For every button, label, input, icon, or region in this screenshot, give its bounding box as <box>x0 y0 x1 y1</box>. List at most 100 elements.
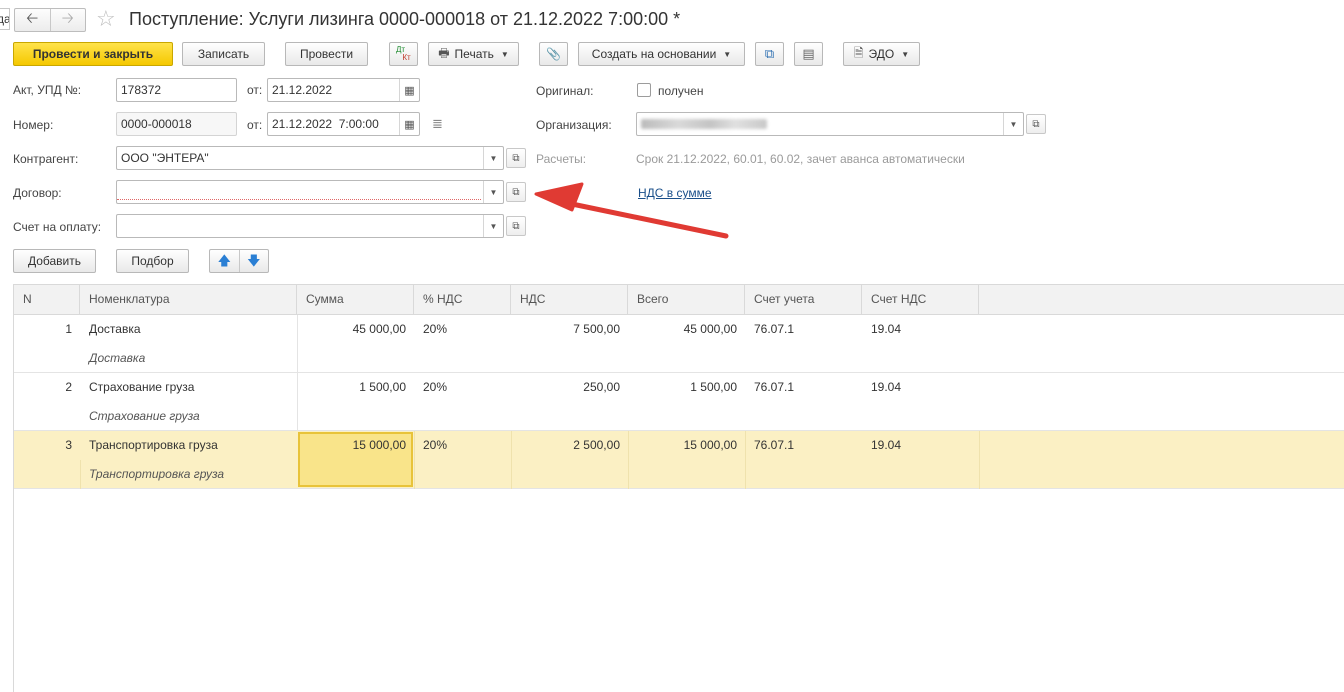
vat-cell[interactable]: 2 500,00 <box>511 438 620 452</box>
kt-label: Кт <box>402 53 411 62</box>
dt-kt-journal-button[interactable]: Дт Кт <box>389 42 418 66</box>
column-header-vat-account[interactable]: Счет НДС <box>862 285 979 314</box>
dropdown-arrow-icon[interactable]: ▼ <box>483 181 503 203</box>
comment-lines-icon[interactable]: ≣ <box>432 116 443 132</box>
total-cell[interactable]: 45 000,00 <box>628 322 737 336</box>
invoice-label: Счет на оплату: <box>13 220 102 234</box>
attachments-button[interactable]: 📎 <box>539 42 568 66</box>
vat-rate-cell[interactable]: 20% <box>423 438 447 452</box>
save-button[interactable]: Записать <box>182 42 265 66</box>
organization-label: Организация: <box>536 118 612 132</box>
item-content[interactable]: Транспортировка груза <box>89 467 224 481</box>
items-table: N Номенклатура Сумма % НДС НДС Всего Сче… <box>13 284 1344 692</box>
item-name[interactable]: Страхование груза <box>89 380 194 394</box>
dropdown-arrow-icon[interactable]: ▼ <box>483 147 503 169</box>
navigation-buttons: 🡠 🡢 <box>14 8 86 32</box>
sum-cell[interactable]: 1 500,00 <box>297 380 406 394</box>
act-number-label: Акт, УПД №: <box>13 83 82 97</box>
original-label: Оригинал: <box>536 84 594 98</box>
item-content[interactable]: Доставка <box>89 351 145 365</box>
original-received-checkbox[interactable] <box>637 83 651 97</box>
print-button[interactable]: 🖶 Печать ▼ <box>428 42 519 66</box>
document-date-field[interactable]: 21.12.2022 7:00:00 ▦ <box>267 112 420 136</box>
table-row[interactable]: 1 Доставка Доставка 45 000,00 20% 7 500,… <box>14 315 1344 373</box>
total-cell[interactable]: 1 500,00 <box>628 380 737 394</box>
column-header-n[interactable]: N <box>14 285 80 314</box>
act-number-value: 178372 <box>121 83 162 97</box>
dropdown-arrow-icon: ▼ <box>723 49 732 59</box>
item-name[interactable]: Транспортировка груза <box>89 438 218 452</box>
post-and-close-button[interactable]: Провести и закрыть <box>13 42 173 66</box>
contract-label: Договор: <box>13 186 62 200</box>
redacted-organization-name <box>641 119 767 129</box>
move-down-arrow-icon[interactable]: 🡇 <box>240 250 269 272</box>
invoice-field[interactable]: ▼ <box>116 214 504 238</box>
total-cell[interactable]: 15 000,00 <box>628 438 737 452</box>
account-cell[interactable]: 76.07.1 <box>754 438 794 452</box>
document-list-icon: ▤ <box>802 46 815 61</box>
calendar-icon[interactable]: ▦ <box>399 79 419 101</box>
edo-icon: 🗎 <box>853 45 864 60</box>
back-arrow-icon[interactable]: 🡠 <box>15 9 50 31</box>
row-number: 2 <box>65 380 72 394</box>
favorite-star-icon[interactable]: ☆ <box>96 6 116 32</box>
table-row[interactable]: 2 Страхование груза Страхование груза 1 … <box>14 373 1344 431</box>
dropdown-arrow-icon[interactable]: ▼ <box>483 215 503 237</box>
annotation-arrow <box>534 182 729 239</box>
post-button[interactable]: Провести <box>285 42 368 66</box>
vat-rate-cell[interactable]: 20% <box>423 322 447 336</box>
open-counterparty-icon[interactable]: ⧉ <box>506 148 526 168</box>
report-button[interactable]: ▤ <box>794 42 823 66</box>
column-header-sum[interactable]: Сумма <box>297 285 414 314</box>
structure-button[interactable]: ⧉ <box>755 42 784 66</box>
table-header: N Номенклатура Сумма % НДС НДС Всего Сче… <box>14 284 1344 315</box>
row-number: 1 <box>65 322 72 336</box>
sum-cell[interactable]: 45 000,00 <box>297 322 406 336</box>
vat-rate-cell[interactable]: 20% <box>423 380 447 394</box>
dropdown-arrow-icon[interactable]: ▼ <box>1003 113 1023 135</box>
edo-button[interactable]: 🗎 ЭДО ▼ <box>843 42 920 66</box>
dropdown-arrow-icon: ▼ <box>500 49 509 59</box>
edo-label: ЭДО <box>868 47 895 61</box>
contract-value <box>117 184 481 200</box>
add-row-button[interactable]: Добавить <box>13 249 96 273</box>
column-header-total[interactable]: Всего <box>628 285 745 314</box>
print-label: Печать <box>454 47 494 61</box>
number-date-from-label: от: <box>247 118 263 132</box>
account-cell[interactable]: 76.07.1 <box>754 322 794 336</box>
column-header-account[interactable]: Счет учета <box>745 285 862 314</box>
item-name[interactable]: Доставка <box>89 322 141 336</box>
pick-items-button[interactable]: Подбор <box>116 249 189 273</box>
settlements-value[interactable]: Срок 21.12.2022, 60.01, 60.02, зачет ава… <box>636 152 965 166</box>
counterparty-value: ООО "ЭНТЕРА" <box>121 151 209 165</box>
account-cell[interactable]: 76.07.1 <box>754 380 794 394</box>
column-header-item[interactable]: Номенклатура <box>80 285 297 314</box>
column-header-vat-rate[interactable]: % НДС <box>414 285 511 314</box>
document-date-value: 21.12.2022 7:00:00 <box>272 117 379 131</box>
act-date-field[interactable]: 21.12.2022 ▦ <box>267 78 420 102</box>
create-based-on-button[interactable]: Создать на основании ▼ <box>578 42 745 66</box>
contract-field[interactable]: ▼ <box>116 180 504 204</box>
item-content[interactable]: Страхование груза <box>89 409 200 423</box>
number-field[interactable]: 0000-000018 <box>116 112 237 136</box>
original-received-label: получен <box>658 84 704 98</box>
act-date-from-label: от: <box>247 83 263 97</box>
vat-cell[interactable]: 250,00 <box>511 380 620 394</box>
table-row-selected[interactable]: 3 Транспортировка груза Транспортировка … <box>14 431 1344 489</box>
number-value: 0000-000018 <box>121 117 192 131</box>
forward-arrow-icon[interactable]: 🡢 <box>49 9 86 31</box>
vat-account-cell[interactable]: 19.04 <box>871 438 901 452</box>
vat-cell[interactable]: 7 500,00 <box>511 322 620 336</box>
act-number-field[interactable]: 178372 <box>116 78 237 102</box>
previous-window-tab[interactable]: да <box>0 8 10 30</box>
vat-account-cell[interactable]: 19.04 <box>871 380 901 394</box>
settlements-label: Расчеты: <box>536 152 587 166</box>
vat-account-cell[interactable]: 19.04 <box>871 322 901 336</box>
open-organization-icon[interactable]: ⧉ <box>1026 114 1046 134</box>
move-up-arrow-icon[interactable]: 🡅 <box>210 250 240 272</box>
row-number: 3 <box>65 438 72 452</box>
calendar-icon[interactable]: ▦ <box>399 113 419 135</box>
counterparty-field[interactable]: ООО "ЭНТЕРА" ▼ <box>116 146 504 170</box>
sum-cell[interactable]: 15 000,00 <box>297 438 406 452</box>
column-header-vat[interactable]: НДС <box>511 285 628 314</box>
